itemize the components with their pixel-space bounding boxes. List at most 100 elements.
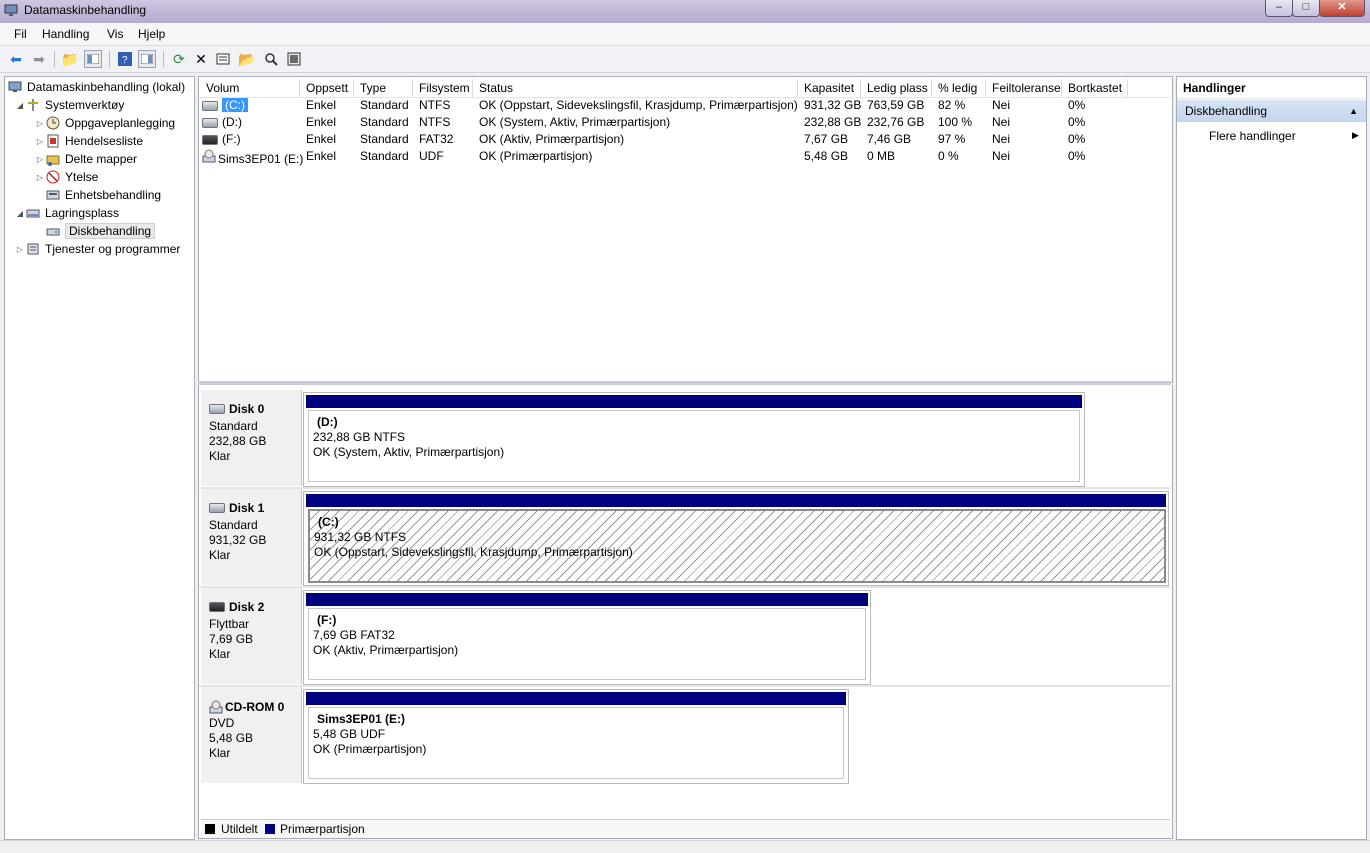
storage-icon xyxy=(25,205,41,221)
close-button[interactable]: ✕ xyxy=(1319,0,1365,17)
properties-icon[interactable] xyxy=(214,50,232,68)
removable-drive-icon xyxy=(202,134,218,145)
partition-body[interactable]: (D:) 232,88 GB NTFS OK (System, Aktiv, P… xyxy=(308,410,1080,482)
maximize-button[interactable]: □ xyxy=(1292,0,1320,17)
status-cell: OK (System, Aktiv, Primærpartisjon) xyxy=(479,115,671,129)
collapsed-arrow-icon[interactable]: ▷ xyxy=(15,245,25,254)
disk-graphical-view: Disk 0 Standard 232,88 GB Klar (D:) 232,… xyxy=(198,385,1173,839)
menu-bar: Fil Handling Vis Hjelp xyxy=(0,23,1370,46)
partition-size: 7,69 GB FAT32 xyxy=(313,628,395,642)
table-row[interactable]: (D:) xyxy=(202,114,242,131)
tree-label: Ytelse xyxy=(65,170,99,184)
tree-item-shared-folders[interactable]: ▷ Delte mapper xyxy=(35,150,137,168)
column-header[interactable]: Ledig plass xyxy=(861,79,932,97)
tree-item-event-viewer[interactable]: ▷ Hendelsesliste xyxy=(35,132,143,150)
type-cell: Standard xyxy=(360,115,409,129)
disk-size: 7,69 GB xyxy=(209,632,254,646)
delete-icon[interactable]: ✕ xyxy=(192,50,210,68)
free-cell: 0 MB xyxy=(867,149,896,163)
tree-item-task-scheduler[interactable]: ▷ Oppgaveplanlegging xyxy=(35,114,175,132)
submenu-arrow-icon[interactable]: ▶ xyxy=(1352,130,1359,141)
menu-action[interactable]: Handling xyxy=(42,27,89,41)
refresh-icon[interactable]: ⟳ xyxy=(170,50,188,68)
partition-size: 5,48 GB UDF xyxy=(313,727,386,741)
tree-item-storage[interactable]: ◢ Lagringsplass xyxy=(15,204,119,222)
tree-item-services[interactable]: ▷ Tjenester og programmer xyxy=(15,240,180,258)
column-header[interactable]: Status xyxy=(473,79,798,97)
actions-header: Handlinger xyxy=(1177,77,1366,99)
tree-label: Enhetsbehandling xyxy=(65,188,162,202)
magnify-icon[interactable] xyxy=(262,50,280,68)
menu-view[interactable]: Vis xyxy=(107,27,123,41)
column-header[interactable]: Oppsett xyxy=(300,79,354,97)
partition-bar xyxy=(306,692,846,705)
collapsed-arrow-icon[interactable]: ▷ xyxy=(35,173,45,182)
settings-icon[interactable] xyxy=(285,50,303,68)
fs-cell: NTFS xyxy=(419,115,451,129)
disk-name: Disk 0 xyxy=(229,402,265,416)
computer-icon xyxy=(7,79,23,95)
disk-state: Klar xyxy=(209,647,231,661)
column-header[interactable]: Type xyxy=(354,79,413,97)
partition-body[interactable]: (F:) 7,69 GB FAT32 OK (Aktiv, Primærpart… xyxy=(308,608,866,680)
type-cell: Standard xyxy=(360,149,409,163)
partition-body-selected[interactable]: (C:) 931,32 GB NTFS OK (Oppstart, Sideve… xyxy=(308,509,1166,583)
partition-name: (C:) xyxy=(318,515,339,529)
menu-help[interactable]: Hjelp xyxy=(138,27,165,41)
forward-arrow-icon[interactable]: ➡ xyxy=(30,50,48,68)
capacity-cell: 232,88 GB xyxy=(804,115,862,129)
table-row[interactable]: Sims3EP01 (E:) xyxy=(202,148,303,166)
actions-group-disk-management[interactable]: Diskbehandling ▲ xyxy=(1177,100,1366,122)
up-folder-icon[interactable]: 📁 xyxy=(61,50,79,68)
collapsed-arrow-icon[interactable]: ▷ xyxy=(35,137,45,146)
tree-item-performance[interactable]: ▷ Ytelse xyxy=(35,168,98,186)
tree-item-root[interactable]: Datamaskinbehandling (lokal) xyxy=(7,78,185,96)
column-header[interactable]: Kapasitet xyxy=(798,79,861,97)
open-folder-icon[interactable]: 📂 xyxy=(238,50,256,68)
menu-file[interactable]: Fil xyxy=(14,27,27,41)
column-header[interactable]: Feiltoleranse xyxy=(986,79,1062,97)
disk-label[interactable]: Disk 1 Standard 931,32 GB Klar xyxy=(201,489,302,585)
svg-text:?: ? xyxy=(122,55,128,66)
pct-cell: 0 % xyxy=(938,149,959,163)
window-title: Datamaskinbehandling xyxy=(24,3,147,17)
capacity-cell: 5,48 GB xyxy=(804,149,849,163)
disk-label[interactable]: Disk 2 Flyttbar 7,69 GB Klar xyxy=(201,588,302,684)
expanded-arrow-icon[interactable]: ◢ xyxy=(15,209,25,218)
removable-disk-icon xyxy=(209,602,225,612)
disk-label[interactable]: Disk 0 Standard 232,88 GB Klar xyxy=(201,390,302,486)
tree-item-disk-management[interactable]: Diskbehandling xyxy=(45,222,156,240)
help-icon[interactable]: ? xyxy=(116,50,134,68)
partition-block[interactable]: (C:) 931,32 GB NTFS OK (Oppstart, Sideve… xyxy=(303,491,1169,586)
partition-body[interactable]: Sims3EP01 (E:) 5,48 GB UDF OK (Primærpar… xyxy=(308,707,844,779)
column-header[interactable]: Bortkastet xyxy=(1062,79,1128,97)
back-arrow-icon[interactable]: ⬅ xyxy=(7,50,25,68)
show-tree-icon[interactable] xyxy=(84,50,102,68)
table-row[interactable]: (C:) xyxy=(202,97,248,114)
divider xyxy=(199,487,1170,489)
legend-swatch-primary xyxy=(265,824,275,834)
collapse-arrow-icon[interactable]: ▲ xyxy=(1349,100,1358,122)
column-header[interactable]: % ledig xyxy=(932,79,986,97)
table-row[interactable]: (F:) xyxy=(202,131,241,148)
type-cell: Standard xyxy=(360,132,409,146)
disk-label[interactable]: CD-ROM 0 DVD 5,48 GB Klar xyxy=(201,687,302,783)
disk-name: Disk 2 xyxy=(229,600,265,614)
minimize-button[interactable]: – xyxy=(1265,0,1293,17)
partition-block[interactable]: Sims3EP01 (E:) 5,48 GB UDF OK (Primærpar… xyxy=(303,689,849,784)
partition-block[interactable]: (D:) 232,88 GB NTFS OK (System, Aktiv, P… xyxy=(303,392,1085,487)
collapsed-arrow-icon[interactable]: ▷ xyxy=(35,119,45,128)
fs-cell: NTFS xyxy=(419,98,451,112)
device-manager-icon xyxy=(45,187,61,203)
column-header[interactable]: Volum xyxy=(200,79,300,97)
tree-item-device-manager[interactable]: Enhetsbehandling xyxy=(45,186,161,204)
tree-item-system-tools[interactable]: ◢ Systemverktøy xyxy=(15,96,124,114)
show-actions-icon[interactable] xyxy=(138,50,156,68)
title-bar[interactable]: Datamaskinbehandling – □ ✕ xyxy=(0,0,1370,23)
expanded-arrow-icon[interactable]: ◢ xyxy=(15,101,25,110)
column-header[interactable]: Filsystem xyxy=(413,79,473,97)
collapsed-arrow-icon[interactable]: ▷ xyxy=(35,155,45,164)
overhead-cell: 0% xyxy=(1068,149,1086,163)
more-actions-item[interactable]: Flere handlinger xyxy=(1209,129,1296,143)
partition-block[interactable]: (F:) 7,69 GB FAT32 OK (Aktiv, Primærpart… xyxy=(303,590,871,685)
